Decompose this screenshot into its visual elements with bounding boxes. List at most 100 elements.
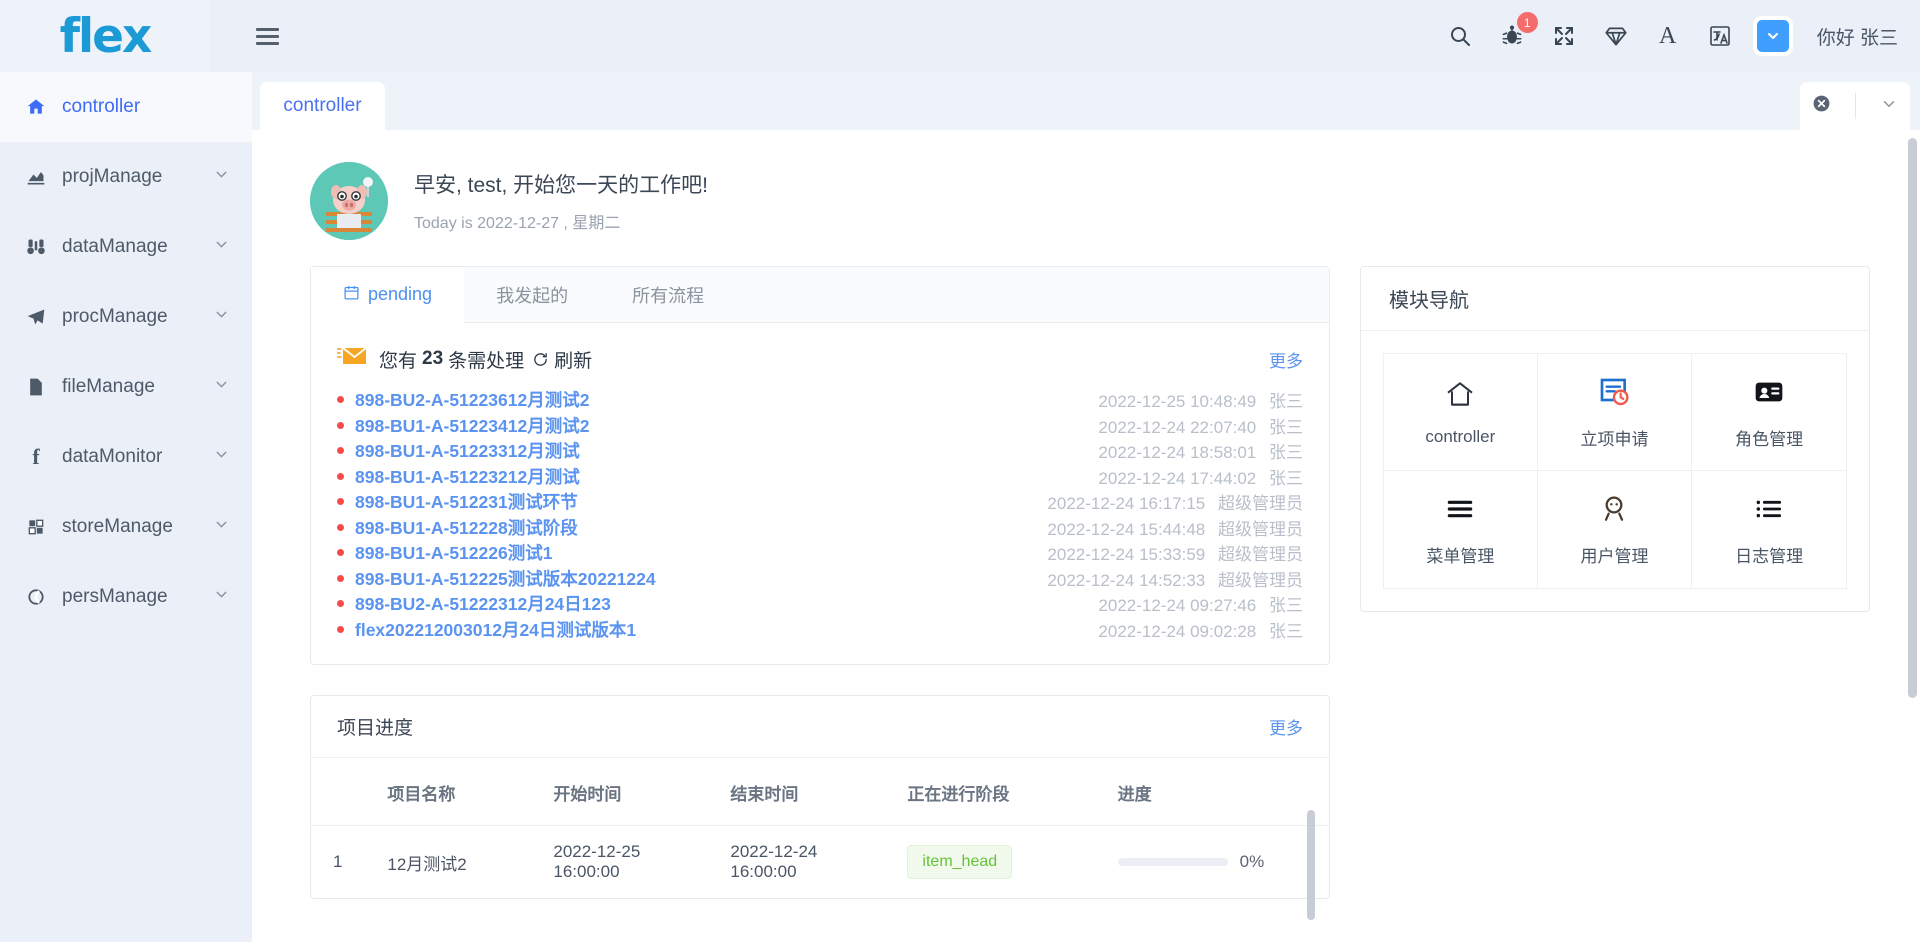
- sidebar-item-filemanage[interactable]: fileManage: [0, 352, 252, 422]
- sidebar-item-datamonitor[interactable]: f dataMonitor: [0, 422, 252, 492]
- notice-suffix: 条需处理: [448, 350, 525, 372]
- list-item[interactable]: 898-BU1-A-512231测试环节 2022-12-24 16:17:15…: [337, 489, 1303, 515]
- envelope-icon: [336, 345, 367, 373]
- project-progress-more-link[interactable]: 更多: [1269, 714, 1303, 739]
- chevron-down-icon[interactable]: [1880, 95, 1898, 118]
- task-name[interactable]: 898-BU1-A-512225测试版本20221224: [355, 566, 656, 591]
- search-icon[interactable]: [1445, 21, 1475, 51]
- module-item-role-management[interactable]: 角色管理: [1692, 353, 1847, 471]
- bullet-icon: [337, 472, 344, 480]
- task-name[interactable]: flex202212003012月24日测试版本1: [355, 617, 636, 642]
- sidebar-item-persmanage[interactable]: persManage: [0, 562, 252, 632]
- sidebar-item-storemanage[interactable]: storeManage: [0, 492, 252, 562]
- task-owner: 张三: [1269, 596, 1303, 616]
- f-letter-icon: f: [32, 444, 40, 469]
- bullet-icon: [337, 396, 344, 404]
- bullet-icon: [337, 447, 344, 455]
- module-item-menu-management[interactable]: 菜单管理: [1383, 471, 1538, 589]
- task-meta: 2022-12-24 15:44:48 超级管理员: [1047, 515, 1303, 540]
- list-item[interactable]: 898-BU1-A-512228测试阶段 2022-12-24 15:44:48…: [337, 515, 1303, 541]
- sidebar-item-projmanage[interactable]: projManage: [0, 142, 252, 212]
- list-item[interactable]: 898-BU1-A-51223312月测试 2022-12-24 18:58:0…: [337, 438, 1303, 464]
- column-header-end: 结束时间: [730, 785, 799, 804]
- cell-name: 12月测试2: [387, 854, 467, 874]
- sidebar: controller projManage dataManage procMan…: [0, 72, 252, 942]
- task-name[interactable]: 898-BU1-A-512226测试1: [355, 540, 552, 565]
- module-nav-grid: controller 立项申请 角色管理 菜单管理 用户管理 日志管理: [1361, 331, 1869, 611]
- table-row[interactable]: 1 12月测试2 2022-12-25 16:00:00 2022-12-24 …: [311, 825, 1329, 899]
- avatar: [310, 162, 388, 240]
- table-scrollbar[interactable]: [1307, 810, 1315, 920]
- sidebar-item-procmanage[interactable]: procManage: [0, 282, 252, 352]
- calendar-icon: [343, 284, 360, 306]
- task-time: 2022-12-24 15:44:48: [1047, 519, 1206, 539]
- refresh-label: 刷新: [554, 350, 593, 372]
- sidebar-toggle-icon[interactable]: [235, 27, 299, 45]
- main-content: 早安, test, 开始您一天的工作吧! Today is 2022-12-27…: [252, 130, 1920, 942]
- bullet-icon: [337, 421, 344, 429]
- fullscreen-icon[interactable]: [1549, 21, 1579, 51]
- task-meta: 2022-12-24 09:27:46 张三: [1098, 591, 1303, 616]
- tabbar-controls: [1800, 82, 1910, 130]
- module-item-controller[interactable]: controller: [1383, 353, 1538, 471]
- column-header-progress: 进度: [1117, 785, 1152, 804]
- task-name[interactable]: 898-BU2-A-51223612月测试2: [355, 387, 589, 412]
- module-item-project-application[interactable]: 立项申请: [1537, 353, 1693, 471]
- bullet-icon: [337, 498, 344, 506]
- module-item-label: controller: [1425, 427, 1496, 446]
- list-item[interactable]: 898-BU2-A-51222312月24日123 2022-12-24 09:…: [337, 591, 1303, 617]
- task-time: 2022-12-24 15:33:59: [1047, 545, 1206, 565]
- module-item-log-management[interactable]: 日志管理: [1692, 471, 1847, 589]
- content-scrollbar[interactable]: [1908, 130, 1917, 942]
- list-item[interactable]: 898-BU2-A-51223612月测试2 2022-12-25 10:48:…: [337, 387, 1303, 413]
- task-meta: 2022-12-24 09:02:28 张三: [1098, 617, 1303, 642]
- task-meta: 2022-12-24 22:07:40 张三: [1098, 413, 1303, 438]
- tabbar: controller: [252, 72, 1920, 130]
- close-icon[interactable]: [1812, 94, 1831, 118]
- task-name[interactable]: 898-BU1-A-512231测试环节: [355, 489, 578, 514]
- cell-progress: 0%: [1108, 826, 1329, 899]
- list-item[interactable]: 898-BU1-A-512225测试版本20221224 2022-12-24 …: [337, 566, 1303, 592]
- list-item[interactable]: 898-BU1-A-51223212月测试 2022-12-24 17:44:0…: [337, 464, 1303, 490]
- tab-label: pending: [368, 284, 433, 304]
- bullet-icon: [337, 625, 344, 633]
- task-time: 2022-12-24 14:52:33: [1047, 570, 1206, 590]
- module-item-user-management[interactable]: 用户管理: [1537, 471, 1693, 589]
- task-name[interactable]: 898-BU1-A-512228测试阶段: [355, 515, 578, 540]
- sidebar-item-label: projManage: [62, 166, 163, 187]
- dropdown-toggle-icon[interactable]: [1756, 20, 1789, 52]
- font-size-icon[interactable]: A: [1653, 21, 1683, 51]
- chevron-down-icon: [213, 446, 230, 469]
- translate-icon[interactable]: [1705, 21, 1735, 51]
- task-name[interactable]: 898-BU1-A-51223412月测试2: [355, 413, 589, 438]
- tab-pending[interactable]: pending: [311, 267, 465, 323]
- notice-prefix: 您有: [379, 350, 418, 372]
- status-badge: item_head: [907, 845, 1013, 879]
- theme-diamond-icon[interactable]: [1601, 21, 1631, 51]
- list-item[interactable]: flex202212003012月24日测试版本1 2022-12-24 09:…: [337, 617, 1303, 643]
- task-name[interactable]: 898-BU2-A-51222312月24日123: [355, 591, 611, 616]
- list-item[interactable]: 898-BU1-A-51223412月测试2 2022-12-24 22:07:…: [337, 413, 1303, 439]
- chevron-down-icon: [213, 516, 230, 539]
- sidebar-item-controller[interactable]: controller: [0, 72, 252, 142]
- task-owner: 张三: [1269, 468, 1303, 488]
- pending-more-link[interactable]: 更多: [1269, 347, 1303, 372]
- task-name[interactable]: 898-BU1-A-51223212月测试: [355, 464, 580, 489]
- scrollbar-thumb[interactable]: [1908, 138, 1917, 698]
- list-item[interactable]: 898-BU1-A-512226测试1 2022-12-24 15:33:59 …: [337, 540, 1303, 566]
- home-outline-icon: [1444, 377, 1476, 411]
- tab-my-initiated[interactable]: 我发起的: [464, 267, 600, 322]
- tab-all-processes[interactable]: 所有流程: [600, 267, 736, 322]
- task-name[interactable]: 898-BU1-A-51223312月测试: [355, 438, 580, 463]
- tab-controller[interactable]: controller: [260, 82, 385, 130]
- sidebar-item-datamanage[interactable]: dataManage: [0, 212, 252, 282]
- app-logo[interactable]: flex: [60, 9, 153, 64]
- project-progress-title: 项目进度: [337, 718, 414, 739]
- refresh-button[interactable]: 刷新: [532, 346, 592, 373]
- task-meta: 2022-12-24 18:58:01 张三: [1098, 438, 1303, 463]
- chevron-down-icon: [213, 306, 230, 329]
- pending-notice: 您有 23 条需处理 刷新 更多: [311, 323, 1329, 383]
- paper-plane-icon: [24, 307, 48, 327]
- bug-icon[interactable]: 1: [1497, 12, 1538, 51]
- user-greeting[interactable]: 你好 张三: [1811, 23, 1898, 50]
